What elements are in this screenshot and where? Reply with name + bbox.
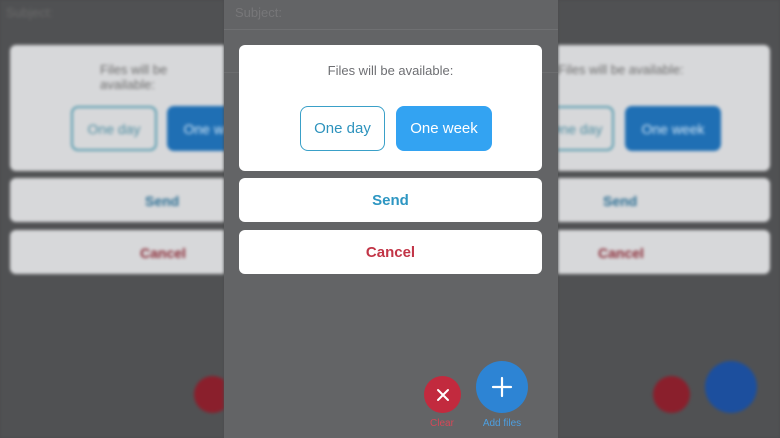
background-cancel-card [558, 230, 770, 274]
background-blur-left: Subject: Files will be available: One da… [0, 0, 224, 438]
background-availability-label: Files will be available: [100, 62, 168, 92]
background-clear-fab [653, 376, 690, 413]
add-files-label: Add files [482, 418, 522, 429]
phone-screen: Subject: Files will be available: One da… [224, 0, 558, 438]
one-week-option-button[interactable]: One week [396, 106, 492, 151]
subject-label: Subject: [235, 5, 282, 20]
background-one-day-button: One day [558, 106, 614, 151]
availability-label: Files will be available: [327, 63, 454, 78]
close-icon [436, 388, 449, 401]
background-send-label: Send [145, 193, 180, 209]
background-cancel-label: Cancel [140, 245, 186, 261]
one-day-option-button[interactable]: One day [300, 106, 385, 151]
background-availability-label: Files will be available: [558, 62, 684, 77]
background-blur-right: Files will be available: One day One wee… [558, 0, 780, 438]
background-add-fab [705, 361, 757, 413]
send-button[interactable]: Send [239, 178, 542, 222]
cancel-button[interactable]: Cancel [239, 230, 542, 274]
subject-row[interactable]: Subject: [224, 0, 558, 30]
background-one-week-button: One week [167, 106, 224, 151]
background-cancel-label: Cancel [598, 245, 644, 261]
background-one-week-button: One week [625, 106, 721, 151]
background-send-card [558, 178, 770, 222]
background-send-card [10, 178, 224, 222]
background-send-label: Send [603, 193, 638, 209]
clear-label: Clear [430, 418, 454, 429]
background-one-day-button: One day [71, 106, 157, 151]
clear-button[interactable] [424, 376, 461, 413]
background-clear-fab [194, 376, 224, 413]
plus-icon [491, 376, 513, 398]
add-files-button[interactable] [476, 361, 528, 413]
background-cancel-card [10, 230, 224, 274]
background-subject-label: Subject: [6, 5, 53, 20]
availability-card: Files will be available: One day One wee… [239, 45, 542, 171]
